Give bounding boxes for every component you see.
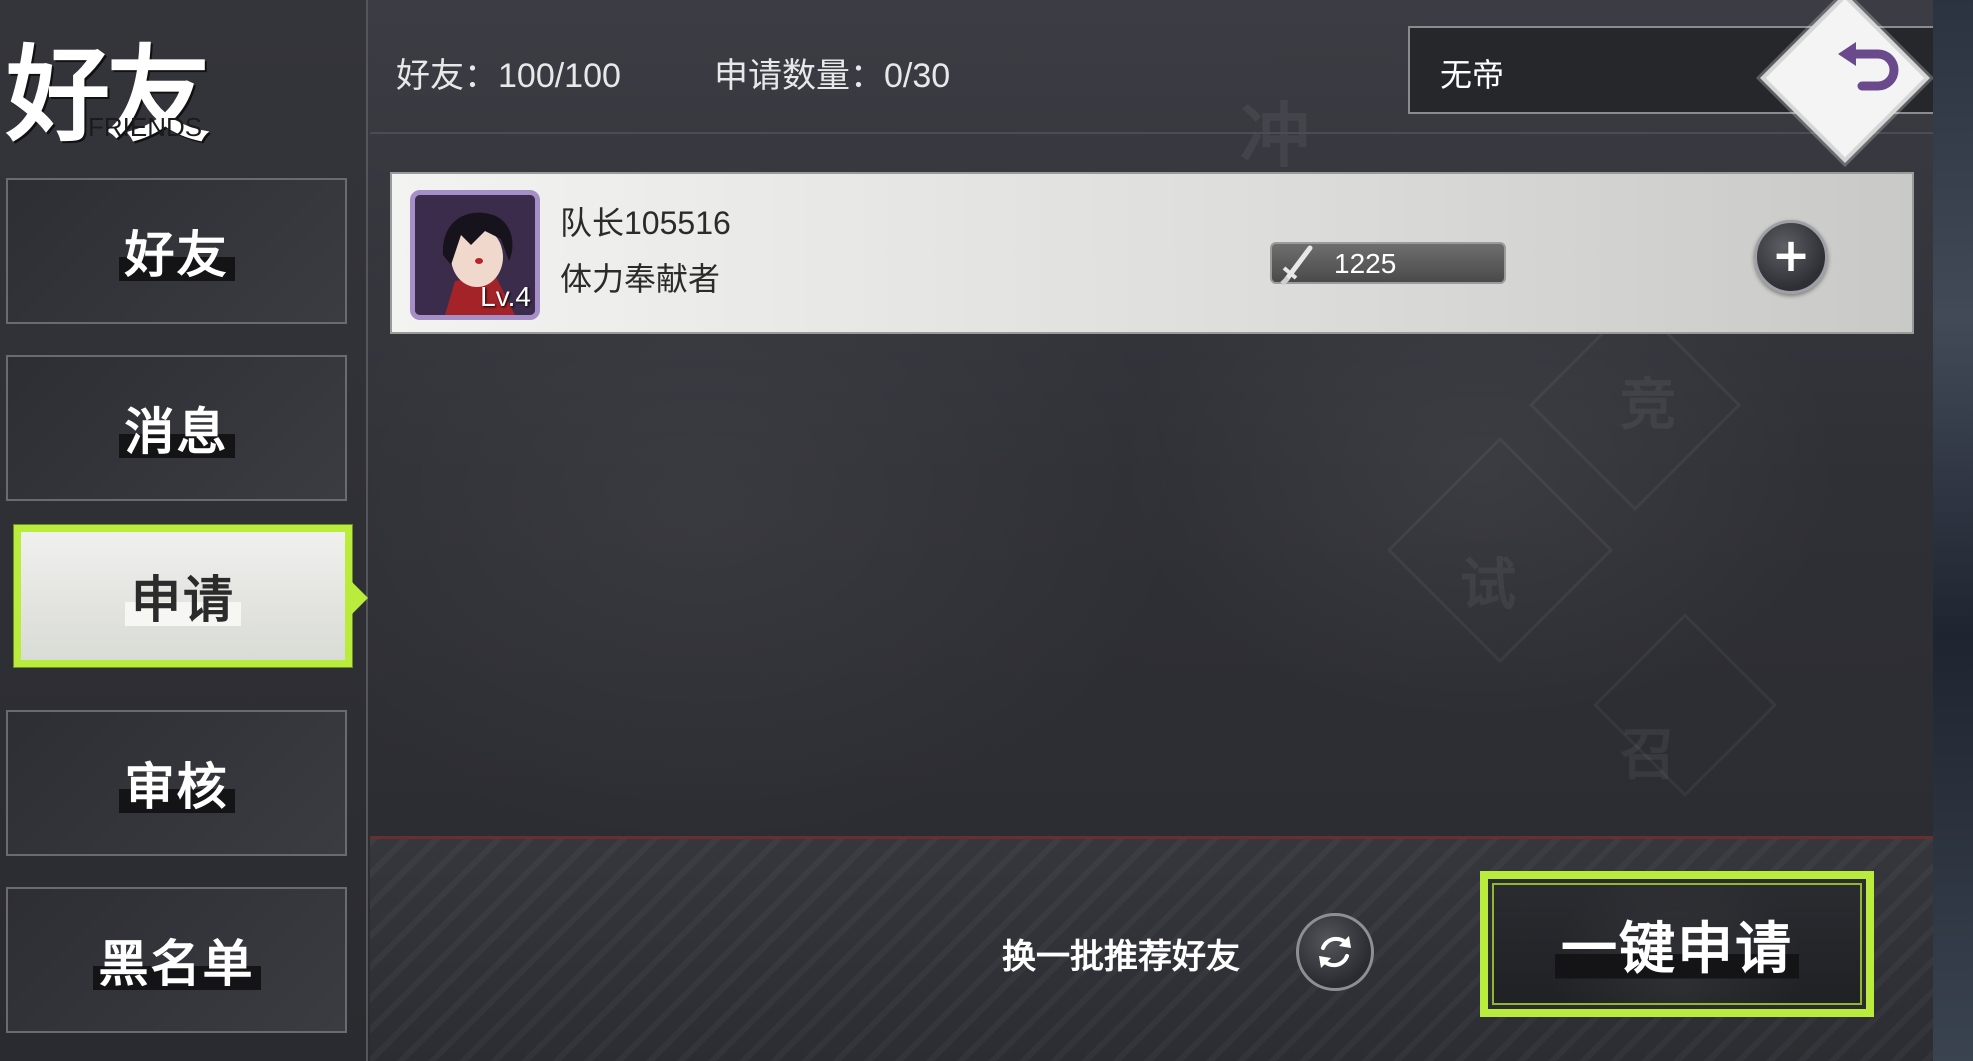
page-subtitle: FRIENDS — [88, 112, 203, 142]
active-indicator — [352, 582, 368, 614]
friends-screen: 冲 竞 试 召 好友 FRIENDS 好友 消息 申请 审核 黑名单 好友：10… — [0, 0, 1933, 1061]
sidebar-item-friends[interactable]: 好友 — [6, 178, 347, 324]
level-label: Lv.4 — [480, 281, 531, 312]
power-value: 1225 — [1334, 248, 1397, 279]
refresh-icon — [1319, 936, 1351, 968]
sidebar-item-review[interactable]: 审核 — [6, 710, 347, 856]
list-item: Lv.4 队长105516 体力奉献者 1225 + — [390, 172, 1914, 334]
power-badge: 1225 — [1270, 242, 1506, 286]
background-game-strip — [1933, 0, 1973, 1061]
friend-list: Lv.4 队长105516 体力奉献者 1225 + — [390, 172, 1914, 832]
apply-all-label: 一键申请 — [1555, 903, 1799, 985]
refresh-label: 换一批推荐好友 — [1002, 938, 1240, 976]
apply-all-button[interactable]: 一键申请 — [1480, 871, 1874, 1017]
sidebar-item-label: 审核 — [118, 747, 235, 819]
sidebar-item-blacklist[interactable]: 黑名单 — [6, 887, 347, 1033]
sidebar-item-label: 申请 — [125, 560, 241, 632]
add-friend-button[interactable]: + — [1754, 220, 1828, 294]
back-icon[interactable] — [1832, 40, 1906, 100]
friends-count: 好友：100/100 — [396, 57, 621, 95]
sidebar: 好友 FRIENDS 好友 消息 申请 审核 黑名单 — [0, 0, 368, 1061]
refresh-button[interactable] — [1296, 913, 1374, 991]
sword-icon — [1280, 245, 1313, 286]
plus-icon: + — [1771, 228, 1811, 282]
sidebar-item-label: 好友 — [118, 215, 235, 287]
requests-count: 申请数量：0/30 — [714, 57, 951, 95]
sidebar-item-label: 黑名单 — [92, 924, 261, 996]
friend-name: 队长105516 — [560, 205, 731, 241]
sidebar-item-label: 消息 — [118, 392, 235, 464]
avatar[interactable]: Lv.4 — [410, 190, 540, 320]
friend-title: 体力奉献者 — [560, 261, 721, 297]
footer: 换一批推荐好友 一键申请 — [370, 836, 1933, 1061]
header: 好友：100/100 申请数量：0/30 — [370, 0, 1933, 134]
sidebar-item-messages[interactable]: 消息 — [6, 355, 347, 501]
sidebar-item-requests[interactable]: 申请 — [14, 525, 352, 667]
